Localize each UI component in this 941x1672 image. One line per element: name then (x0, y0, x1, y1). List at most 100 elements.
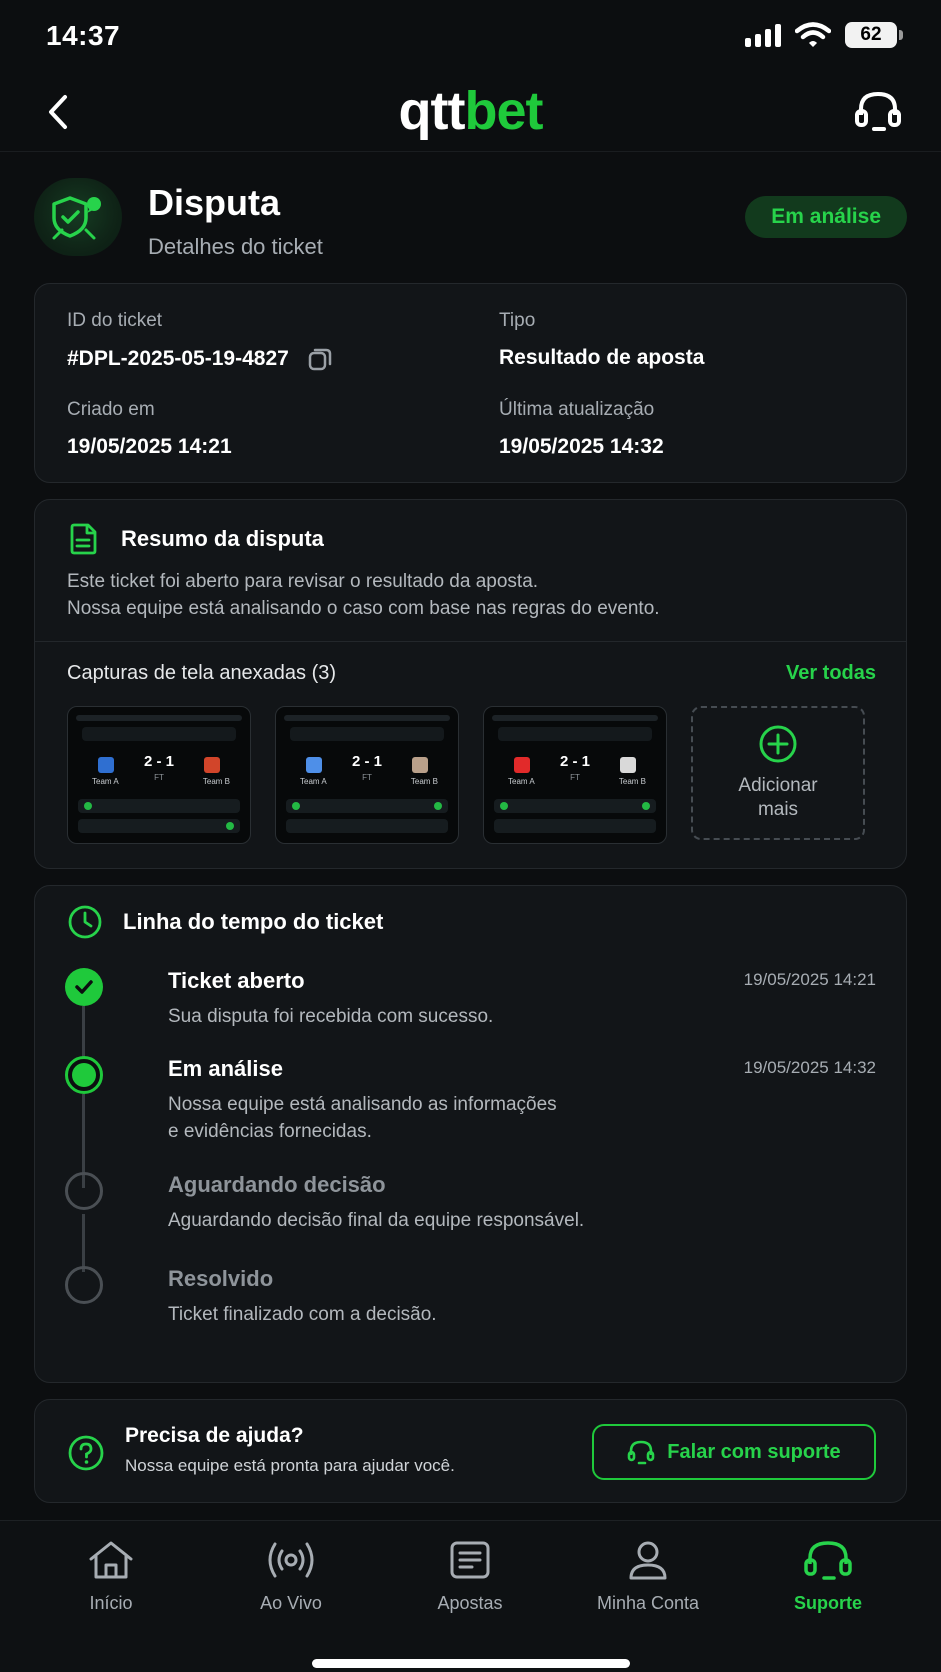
document-icon (70, 523, 97, 555)
timeline-item-description: Aguardando decisão final da equipe respo… (168, 1207, 584, 1234)
timeline-item-title: Resolvido (168, 1266, 274, 1291)
timeline-active-marker (65, 1056, 103, 1094)
home-icon (89, 1541, 133, 1579)
screenshot-team-b: Team B (410, 777, 438, 786)
timeline-title: Linha do tempo do ticket (123, 909, 384, 934)
page-title: Disputa (148, 182, 281, 223)
screenshot-list: 2 - 1 FT Team A Team B 2 - 1 FT Team A T… (67, 706, 865, 844)
help-card: Precisa de ajuda? Nossa equipe está pron… (34, 1399, 907, 1503)
summary-description: Este ticket foi aberto para revisar o re… (67, 568, 660, 622)
live-icon (268, 1542, 314, 1578)
signal-icon (745, 23, 781, 47)
wifi-icon (795, 22, 831, 47)
status-time: 14:37 (46, 20, 121, 51)
page-subtitle: Detalhes do ticket (148, 234, 323, 259)
ticket-id-value: #DPL-2025-05-19-4827 (67, 347, 289, 370)
screenshot-score: 2 - 1 (143, 753, 174, 770)
summary-line-1: Este ticket foi aberto para revisar o re… (67, 571, 539, 592)
nav-item-support[interactable]: Suporte (738, 1537, 918, 1614)
ticket-timeline-card: Linha do tempo do ticket Ticket aberto S… (34, 885, 907, 1383)
ticket-id-cell: ID do ticket #DPL-2025-05-19-4827 (67, 310, 333, 372)
page-header: Disputa Detalhes do ticket Em análise (34, 178, 907, 260)
updated-cell: Última atualização 19/05/2025 14:32 (499, 399, 664, 459)
check-icon (75, 980, 93, 994)
add-more-label: Adicionar mais (738, 775, 818, 820)
nav-item-bets[interactable]: Apostas (380, 1537, 560, 1614)
ticket-type-cell: Tipo Resultado de aposta (499, 310, 704, 370)
timeline-pending-marker (65, 1266, 103, 1304)
logo-text-green: bet (464, 81, 543, 141)
updated-label: Última atualização (499, 399, 655, 420)
timeline-item-date: 19/05/2025 14:21 (743, 970, 876, 989)
nav-label: Suporte (793, 1593, 862, 1613)
timeline-item-title: Aguardando decisão (168, 1172, 386, 1197)
timeline-desc-line: Sua disputa foi recebida com sucesso. (168, 1006, 494, 1027)
screenshot-score: 2 - 1 (559, 753, 590, 770)
ticket-type-value: Resultado de aposta (499, 346, 705, 369)
created-label: Criado em (67, 399, 155, 420)
title-text: Disputa Detalhes do ticket (148, 182, 323, 260)
timeline-pending-marker (65, 1172, 103, 1210)
nav-label: Ao Vivo (260, 1593, 322, 1613)
summary-header: Resumo da disputa (67, 522, 324, 556)
timeline-item-description: Nossa equipe está analisando as informaç… (168, 1091, 557, 1145)
status-icons: 62 (745, 22, 903, 48)
help-title: Precisa de ajuda? (125, 1424, 304, 1447)
contact-support-button[interactable]: Falar com suporte (592, 1424, 876, 1480)
nav-item-live[interactable]: Ao Vivo (201, 1537, 381, 1614)
timeline-done-marker (65, 968, 103, 1006)
screenshot-team-a: Team A (508, 777, 535, 786)
logo-text-white: qtt (398, 81, 466, 141)
nav-label: Minha Conta (596, 1593, 700, 1613)
timeline-desc-line: e evidências fornecidas. (168, 1121, 372, 1142)
nav-item-account[interactable]: Minha Conta (558, 1537, 738, 1614)
timeline-desc-line: Nossa equipe está analisando as informaç… (168, 1094, 557, 1115)
dispute-summary-card: Resumo da disputa Este ticket foi aberto… (34, 499, 907, 869)
status-bar: 14:37 62 (0, 0, 941, 76)
nav-label: Apostas (437, 1593, 503, 1613)
screenshot-team-b: Team B (202, 777, 230, 786)
add-screenshot-button[interactable]: Adicionar mais (691, 706, 865, 840)
timeline-item-description: Sua disputa foi recebida com sucesso. (168, 1003, 493, 1030)
copy-icon[interactable] (307, 346, 333, 372)
user-icon (629, 1541, 667, 1580)
app-screen: 14:37 62 qttbet Disputa Detalhes do tick… (0, 0, 941, 1672)
nav-item-home[interactable]: Início (21, 1537, 201, 1614)
divider (35, 641, 906, 642)
timeline-item-date: 19/05/2025 14:32 (743, 1058, 876, 1077)
app-header: qttbet (0, 76, 941, 152)
bottom-navigation: Início Ao Vivo Apostas Minha Conta Supor… (0, 1520, 941, 1672)
screenshot-score: 2 - 1 (351, 753, 382, 770)
screenshot-thumbnail[interactable]: 2 - 1 FT Team A Team B (483, 706, 667, 844)
ticket-id-label: ID do ticket (67, 310, 163, 331)
timeline-item-title: Ticket aberto (168, 968, 305, 993)
dispute-shield-icon (34, 178, 122, 256)
ticket-info-card: ID do ticket #DPL-2025-05-19-4827 Tipo R… (34, 283, 907, 483)
summary-line-2: Nossa equipe está analisando o caso com … (67, 598, 660, 619)
help-text: Nossa equipe está pronta para ajudar voc… (125, 1456, 455, 1475)
screenshot-team-a: Team A (300, 777, 327, 786)
ticket-id-value-row: #DPL-2025-05-19-4827 (67, 346, 333, 372)
plus-circle-icon (759, 725, 797, 763)
screenshot-thumbnail[interactable]: 2 - 1 FT Team A Team B (67, 706, 251, 844)
headset-icon (804, 1541, 852, 1580)
battery-indicator: 62 (845, 22, 903, 48)
timeline-item-description: Ticket finalizado com a decisão. (168, 1301, 437, 1328)
headset-icon (855, 91, 901, 131)
home-indicator[interactable] (312, 1659, 630, 1668)
timeline-desc-line: Aguardando decisão final da equipe respo… (168, 1210, 585, 1231)
question-circle-icon (68, 1435, 104, 1471)
created-cell: Criado em 19/05/2025 14:21 (67, 399, 232, 459)
updated-value: 19/05/2025 14:32 (499, 435, 664, 458)
status-badge: Em análise (745, 196, 907, 238)
headset-icon (627, 1440, 655, 1465)
brand-logo: qttbet (0, 80, 941, 142)
timeline-item-title: Em análise (168, 1056, 283, 1081)
see-all-link[interactable]: Ver todas (786, 662, 876, 685)
bets-icon (450, 1541, 490, 1579)
created-value: 19/05/2025 14:21 (67, 435, 232, 458)
screenshot-thumbnail[interactable]: 2 - 1 FT Team A Team B (275, 706, 459, 844)
header-support-button[interactable] (853, 86, 903, 136)
timeline-connector (82, 1214, 85, 1272)
nav-label: Início (89, 1593, 133, 1613)
